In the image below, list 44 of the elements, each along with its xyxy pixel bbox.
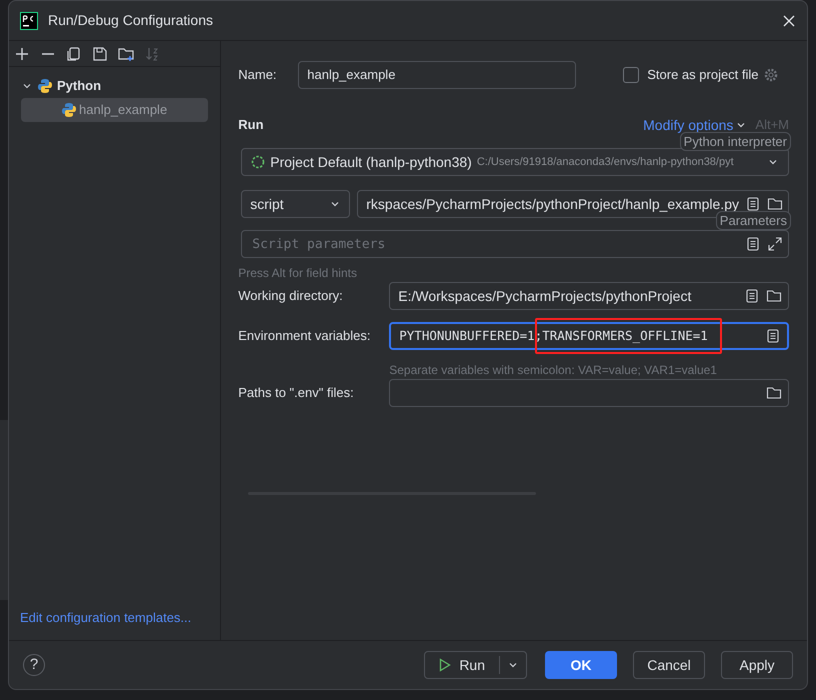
- name-label: Name:: [238, 66, 278, 84]
- document-icon[interactable]: [745, 236, 761, 252]
- target-type-dropdown[interactable]: script: [241, 190, 350, 218]
- ok-button[interactable]: OK: [545, 651, 617, 679]
- save-icon[interactable]: [92, 46, 108, 62]
- expand-icon[interactable]: [767, 236, 783, 252]
- play-icon: [439, 658, 452, 672]
- loading-spinner-icon: [251, 155, 266, 169]
- python-icon: [61, 102, 77, 118]
- dialog-button[interactable]: Cancel: [633, 651, 705, 679]
- document-icon[interactable]: [744, 288, 760, 304]
- checkbox[interactable]: [623, 67, 640, 83]
- templates-link[interactable]: Edit configuration templates...: [20, 610, 192, 625]
- script-parameters-field[interactable]: Script parameters: [241, 230, 789, 258]
- folder-icon[interactable]: [766, 385, 782, 401]
- tooltip: Python interpreter: [680, 132, 791, 151]
- window-title: Run/Debug Configurations: [48, 11, 213, 30]
- gear-icon[interactable]: [762, 67, 779, 83]
- dialog-button[interactable]: Apply: [721, 651, 793, 679]
- help-button[interactable]: ?: [23, 654, 45, 676]
- document-icon[interactable]: [765, 328, 781, 344]
- name-field[interactable]: hanlp_example: [298, 61, 576, 89]
- checkbox-label: Store as project file: [647, 66, 759, 84]
- field-label: Working directory:: [238, 287, 344, 306]
- field-label: Environment variables:: [238, 327, 372, 346]
- tooltip: Parameters: [716, 211, 791, 230]
- tree-item[interactable]: Python: [21, 74, 208, 98]
- working-directory-field[interactable]: E:/Workspaces/PycharmProjects/pythonProject: [389, 282, 789, 310]
- folder-icon[interactable]: [766, 288, 782, 304]
- python-icon: [37, 78, 53, 94]
- add-icon[interactable]: [14, 46, 30, 62]
- section-title: Run: [238, 116, 264, 134]
- interpreter-dropdown[interactable]: Project Default (hanlp-python38) C:/Users/91918/anaconda3/envs/hanlp-python38/pyt: [241, 148, 789, 176]
- document-icon[interactable]: [745, 196, 761, 212]
- field-hint: Press Alt for field hints: [238, 265, 357, 282]
- tree-item[interactable]: hanlp_example: [21, 98, 208, 122]
- env-files-field[interactable]: [389, 379, 789, 407]
- field-label: Paths to ".env" files:: [238, 384, 355, 402]
- field-hint: Separate variables with semicolon: VAR=value; VAR1=value1: [389, 362, 718, 379]
- close-icon[interactable]: [782, 14, 796, 28]
- app-logo-icon: [20, 12, 38, 30]
- folder-icon[interactable]: [767, 196, 783, 212]
- new-folder-icon[interactable]: [118, 46, 134, 62]
- copy-icon[interactable]: [66, 46, 82, 62]
